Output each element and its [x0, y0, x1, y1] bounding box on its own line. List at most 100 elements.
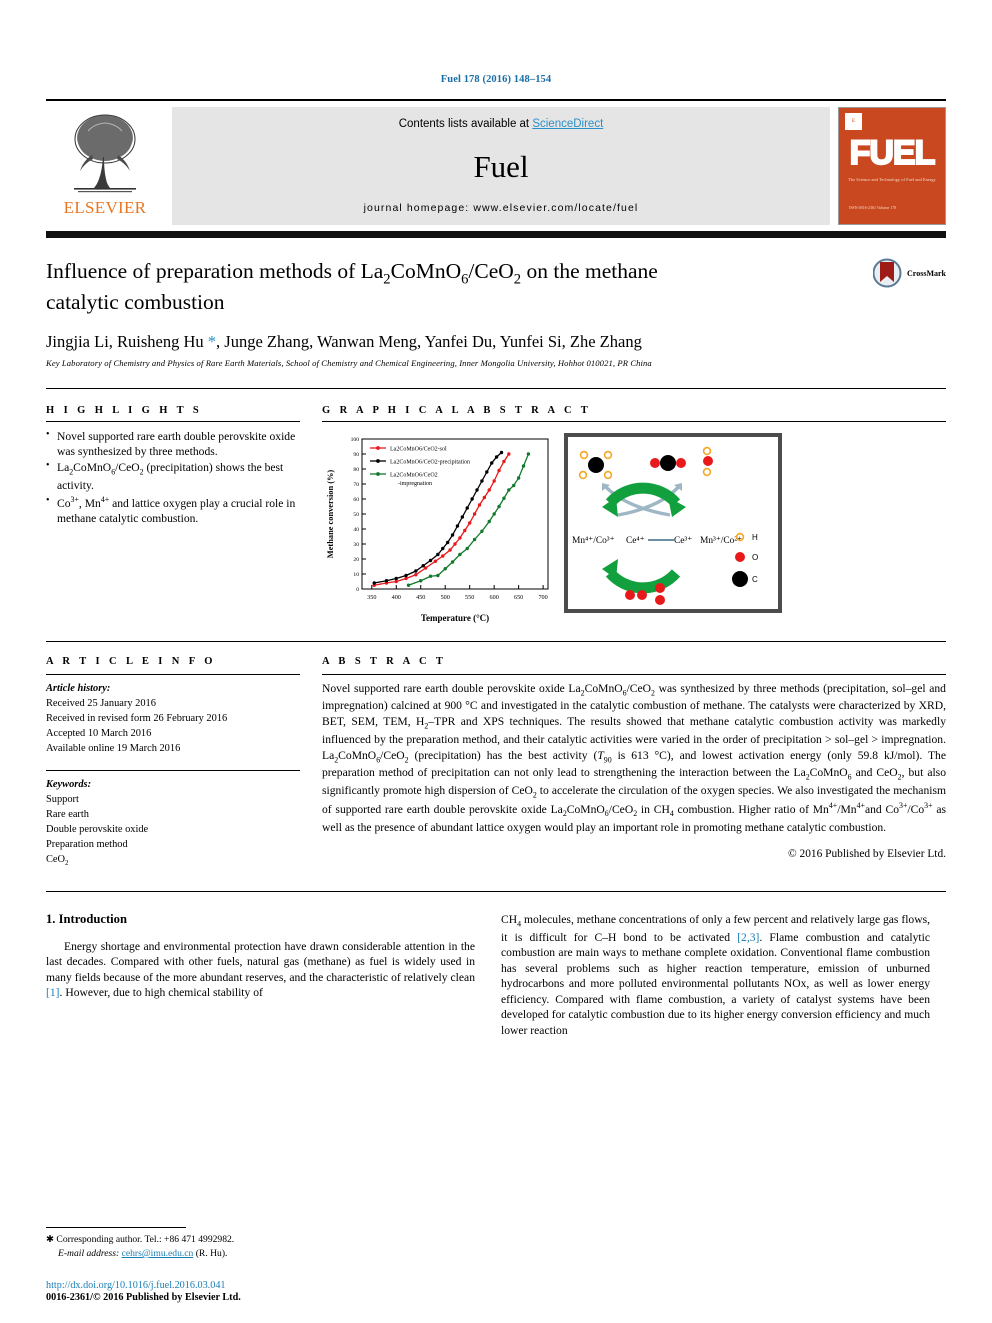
contents-prefix: Contents lists available at	[398, 118, 533, 130]
keyword-item: Support	[46, 794, 79, 805]
intro-paragraph-right: CH4 molecules, methane concentrations of…	[501, 912, 931, 1038]
abstract-text: Novel supported rare earth double perovs…	[322, 681, 947, 835]
journal-homepage[interactable]: journal homepage: www.elsevier.com/locat…	[364, 202, 639, 214]
svg-text:50: 50	[353, 512, 359, 518]
running-head: Fuel 178 (2016) 148–154	[440, 74, 552, 85]
banner-top-rule	[46, 99, 946, 101]
section-heading: 1. Introduction	[46, 911, 127, 926]
svg-text:0: 0	[356, 587, 359, 593]
schematic-ce-left: Ce⁴⁺	[626, 536, 645, 546]
contents-line: Contents lists available at ScienceDirec…	[399, 118, 604, 130]
keyword-item: Preparation method	[46, 839, 128, 851]
info-abstract-row: A R T I C L E I N F O Article history: R…	[46, 656, 946, 869]
abstract-rule	[322, 673, 946, 675]
email-label: E-mail address:	[58, 1248, 120, 1260]
body-column-right: CH4 molecules, methane concentrations of…	[501, 912, 930, 1039]
graphical-abstract-rule	[322, 420, 946, 422]
body-top-rule	[46, 890, 946, 892]
list-item: Co3+, Mn4+ and lattice oxygen play a cru…	[46, 494, 300, 527]
svg-text:80: 80	[353, 467, 359, 473]
svg-text:La2CoMnO6/CeO2-precipitation: La2CoMnO6/CeO2-precipitation	[390, 459, 470, 465]
corresponding-author-note: ✱ Corresponding author. Tel.: +86 471 49…	[46, 1234, 235, 1246]
article-history: Article history: Received 25 January 201…	[46, 681, 300, 756]
svg-text:60: 60	[353, 497, 359, 503]
chart-svg: 350 400 450 500 550 600 650 700 0 10 20 30 40 50 60 70 8…	[326, 437, 549, 623]
sciencedirect-link[interactable]: ScienceDirect	[532, 118, 603, 130]
svg-text:C: C	[752, 575, 758, 584]
history-item: Available online 19 March 2016	[46, 742, 181, 754]
h2o-molecule-icon	[702, 446, 713, 476]
keywords-list: Keywords: Support Rare earth Double pero…	[46, 777, 300, 869]
journal-cover-image: E FUEL The Science and Technology of Fue…	[838, 107, 946, 225]
article-info-section: A R T I C L E I N F O Article history: R…	[46, 656, 300, 869]
redox-cycle-schematic: Mn⁴⁺/Co³⁺ Ce⁴⁺ Ce³⁺ Mn³⁺/Co²⁺ H O C	[564, 432, 782, 613]
svg-text:Temperature (°C): Temperature (°C)	[421, 613, 489, 623]
abstract-copyright: © 2016 Published by Elsevier Ltd.	[788, 847, 946, 860]
svg-text:20: 20	[353, 557, 359, 563]
svg-text:30: 30	[353, 542, 359, 548]
footnote-rule	[46, 1227, 186, 1229]
svg-text:La2CoMnO6/CeO2-sol: La2CoMnO6/CeO2-sol	[390, 446, 447, 452]
email-note: E-mail address: cehrs@imu.edu.cn (R. Hu)…	[46, 1247, 475, 1261]
crossmark-icon	[873, 258, 902, 288]
svg-text:600: 600	[490, 594, 499, 601]
ch4-molecule-icon	[578, 450, 613, 479]
crossmark-badge[interactable]: CrossMark	[873, 258, 946, 289]
svg-text:40: 40	[353, 527, 359, 533]
citation-ref[interactable]: [2,3]	[737, 931, 759, 944]
graphical-abstract-heading: G R A P H I C A L A B S T R A C T	[322, 404, 592, 416]
abstract-heading: A B S T R A C T	[322, 655, 447, 667]
doi-link[interactable]: http://dx.doi.org/10.1016/j.fuel.2016.03…	[46, 1280, 506, 1291]
keywords-label: Keywords:	[46, 778, 92, 790]
cover-footer-text: ISSN 0016-2361 Volume 178	[849, 205, 897, 210]
svg-text:550: 550	[465, 594, 474, 601]
journal-name: Fuel	[473, 148, 529, 184]
highlights-rule	[46, 420, 300, 422]
keyword-item: Double perovskite oxide	[46, 824, 149, 836]
svg-text:La2CoMnO6/CeO2: La2CoMnO6/CeO2	[390, 472, 438, 478]
article-info-rule	[46, 673, 300, 675]
highlights-heading: H I G H L I G H T S	[46, 404, 203, 416]
schematic-ce-right: Ce³⁺	[674, 536, 692, 546]
schematic-svg: Mn⁴⁺/Co³⁺ Ce⁴⁺ Ce³⁺ Mn³⁺/Co²⁺ H O C	[572, 446, 758, 605]
cover-elsevier-mini-logo: E	[845, 113, 862, 130]
svg-text:-impregnation: -impregnation	[398, 481, 432, 487]
email-owner: (R. Hu).	[195, 1248, 228, 1260]
corresponding-author-marker[interactable]: *	[208, 332, 216, 351]
history-item: Accepted 10 March 2016	[46, 727, 152, 739]
journal-banner: ELSEVIER Contents lists available at Sci…	[46, 107, 946, 225]
keyword-item: Rare earth	[46, 809, 89, 821]
intro-paragraph-left: Energy shortage and environmental protec…	[46, 939, 475, 1000]
footer-block: http://dx.doi.org/10.1016/j.fuel.2016.03…	[46, 1280, 506, 1303]
schematic-left-species: Mn⁴⁺/Co³⁺	[572, 536, 615, 546]
elsevier-wordmark: ELSEVIER	[63, 198, 147, 217]
schematic-right-species: Mn³⁺/Co²⁺	[700, 536, 742, 546]
svg-text:450: 450	[416, 594, 425, 601]
svg-text:650: 650	[514, 594, 523, 601]
svg-text:500: 500	[441, 594, 450, 601]
keywords-rule	[46, 769, 300, 771]
author-list: Jingjia Li, Ruisheng Hu *, Junge Zhang, …	[46, 331, 642, 351]
article-info-heading: A R T I C L E I N F O	[46, 655, 216, 667]
co2-molecule-icon	[650, 454, 686, 471]
elsevier-tree-icon	[74, 114, 136, 193]
svg-text:70: 70	[353, 482, 359, 488]
svg-text:90: 90	[353, 452, 359, 458]
footnote-block: ✱ Corresponding author. Tel.: +86 471 49…	[46, 1227, 475, 1261]
page-title: Influence of preparation methods of La2C…	[46, 258, 806, 317]
email-link[interactable]: cehrs@imu.edu.cn	[122, 1248, 194, 1259]
abstract-section-rule	[46, 640, 946, 642]
banner-bottom-rule	[46, 231, 946, 238]
article-body: 1. Introduction Energy shortage and envi…	[46, 912, 946, 1039]
affiliation: Key Laboratory of Chemistry and Physics …	[46, 357, 652, 368]
svg-text:O: O	[752, 553, 758, 562]
highlights-section-rule	[46, 387, 946, 389]
citation-ref[interactable]: [1]	[46, 986, 60, 999]
title-line-1: Influence of preparation methods of La2C…	[46, 259, 658, 288]
crossmark-label: CrossMark	[907, 269, 946, 278]
body-column-left: 1. Introduction Energy shortage and envi…	[46, 912, 475, 1039]
svg-text:H: H	[752, 533, 758, 542]
cover-subtitle: The Science and Technology of Fuel and E…	[848, 177, 936, 182]
methane-conversion-chart: 350 400 450 500 550 600 650 700 0 10 20 30 40 50 60 70 8…	[322, 429, 554, 625]
svg-text:700: 700	[538, 594, 547, 601]
